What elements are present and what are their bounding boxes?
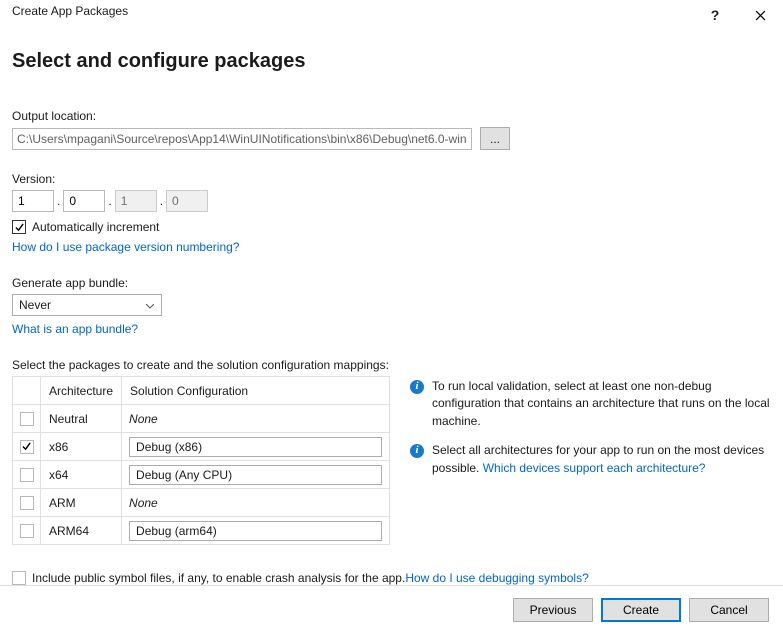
arch-name: ARM64 — [41, 517, 122, 545]
footer: Previous Create Cancel — [0, 585, 783, 633]
output-location-input[interactable] — [12, 128, 472, 150]
info-icon: i — [410, 380, 424, 394]
architecture-table: Architecture Solution Configuration Neut… — [12, 376, 390, 545]
cfg-dropdown-value: Debug (x86) — [136, 440, 202, 454]
cfg-value: None — [129, 412, 158, 426]
info-text-validation: To run local validation, select at least… — [432, 378, 771, 430]
auto-increment-checkbox[interactable] — [12, 220, 26, 234]
cfg-dropdown-value: Debug (arm64) — [136, 524, 217, 538]
version-minor-input[interactable] — [63, 190, 105, 212]
bundle-label: Generate app bundle: — [12, 276, 771, 290]
arch-checkbox-neutral[interactable] — [20, 412, 34, 426]
symbols-help-link[interactable]: How do I use debugging symbols? — [405, 571, 588, 585]
cancel-button[interactable]: Cancel — [689, 598, 769, 622]
help-button[interactable]: ? — [693, 0, 737, 30]
window-title: Create App Packages — [12, 4, 128, 18]
bundle-dropdown[interactable]: Never — [12, 294, 162, 316]
output-location-label: Output location: — [12, 109, 771, 123]
page-title: Select and configure packages — [12, 50, 771, 73]
cfg-dropdown-value: Debug (Any CPU) — [136, 468, 232, 482]
info-text-architectures: Select all architectures for your app to… — [432, 442, 771, 477]
table-row: Neutral None — [13, 405, 390, 433]
table-row: x86 Debug (x86) — [13, 433, 390, 461]
cfg-dropdown-arm64[interactable]: Debug (arm64) — [129, 521, 382, 541]
arch-checkbox-x86[interactable] — [20, 440, 34, 454]
cfg-value: None — [129, 496, 158, 510]
browse-button[interactable]: ... — [480, 127, 510, 150]
col-configuration: Solution Configuration — [122, 377, 390, 405]
bundle-help-link[interactable]: What is an app bundle? — [12, 322, 138, 336]
previous-button[interactable]: Previous — [513, 598, 593, 622]
version-build-input — [115, 190, 157, 212]
include-symbols-label: Include public symbol files, if any, to … — [32, 571, 405, 585]
cfg-dropdown-x86[interactable]: Debug (x86) — [129, 437, 382, 457]
include-symbols-checkbox[interactable] — [12, 571, 26, 585]
auto-increment-label: Automatically increment — [32, 220, 159, 234]
devices-support-link[interactable]: Which devices support each architecture? — [483, 461, 706, 475]
arch-name: ARM — [41, 489, 122, 517]
arch-name: x86 — [41, 433, 122, 461]
create-button[interactable]: Create — [601, 598, 681, 622]
arch-checkbox-arm[interactable] — [20, 496, 34, 510]
version-rev-input — [166, 190, 208, 212]
arch-name: x64 — [41, 461, 122, 489]
version-label: Version: — [12, 172, 771, 186]
cfg-dropdown-x64[interactable]: Debug (Any CPU) — [129, 465, 382, 485]
arch-name: Neutral — [41, 405, 122, 433]
version-major-input[interactable] — [12, 190, 54, 212]
version-help-link[interactable]: How do I use package version numbering? — [12, 240, 239, 254]
mapping-label: Select the packages to create and the so… — [12, 358, 771, 372]
table-row: ARM64 Debug (arm64) — [13, 517, 390, 545]
table-row: x64 Debug (Any CPU) — [13, 461, 390, 489]
close-button[interactable] — [737, 0, 783, 30]
titlebar: Create App Packages ? — [0, 0, 783, 30]
bundle-dropdown-value: Never — [19, 298, 51, 312]
table-row: ARM None — [13, 489, 390, 517]
arch-checkbox-arm64[interactable] — [20, 524, 34, 538]
close-icon — [755, 10, 766, 21]
info-icon: i — [410, 444, 424, 458]
col-architecture: Architecture — [41, 377, 122, 405]
chevron-down-icon — [141, 298, 158, 312]
arch-checkbox-x64[interactable] — [20, 468, 34, 482]
